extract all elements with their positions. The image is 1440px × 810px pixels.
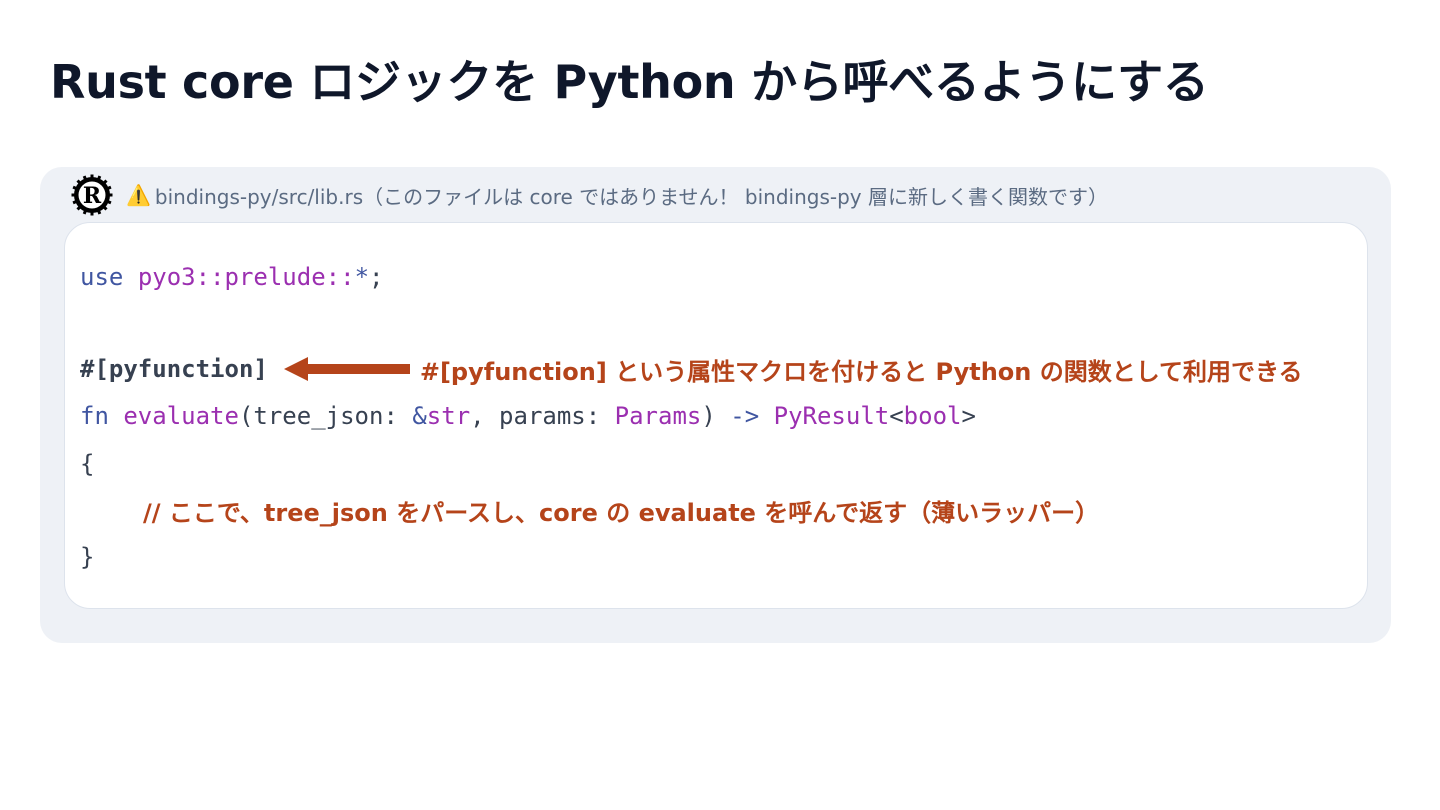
type-str: str <box>426 402 471 430</box>
type-bool: bool <box>903 402 962 430</box>
pyfunction-attribute: #[pyfunction] <box>80 355 268 383</box>
code-block: use pyo3::prelude:: *; #[pyfunction] #[py… <box>64 222 1368 609</box>
param-tree-json: (tree_json: <box>238 402 413 430</box>
code-comment: // ここで、tree_json をパースし、core の evaluate を… <box>143 498 1100 527</box>
file-path-text: bindings-py/src/lib.rs（このファイルは core ではあり… <box>154 184 1108 209</box>
path-pyo3-prelude: pyo3::prelude:: <box>137 263 355 291</box>
code-panel: R ⚠️ bindings-py/src/lib.rs（このファイルは core… <box>40 167 1391 643</box>
param-params: , params: <box>470 402 615 430</box>
keyword-fn: fn <box>80 402 109 430</box>
ampersand: & <box>412 402 427 430</box>
code-line-signature: fn evaluate (tree_json: & str, params: Par… <box>80 400 976 432</box>
slide-title: Rust core ロジックを Python から呼べるようにする <box>50 55 1209 109</box>
left-arrow-icon <box>283 357 410 381</box>
warning-icon: ⚠️ <box>126 183 151 207</box>
type-pyresult: PyResult <box>773 402 890 430</box>
code-line-comment: // ここで、tree_json をパースし、core の evaluate を… <box>143 494 1100 527</box>
code-line-use: use pyo3::prelude:: *; <box>80 261 383 293</box>
close-paren: ) <box>701 402 731 430</box>
code-line-open-brace: { <box>80 448 94 480</box>
keyword-use: use <box>80 263 124 291</box>
generic-close: > <box>961 402 976 430</box>
code-line-close-brace: } <box>80 541 94 573</box>
generic-open: < <box>889 402 904 430</box>
semicolon: ; <box>369 263 384 291</box>
open-brace: { <box>80 450 95 478</box>
type-params: Params <box>614 402 702 430</box>
rust-logo-icon: R <box>70 173 114 217</box>
svg-text:R: R <box>83 183 102 209</box>
glob-star: * <box>354 263 370 291</box>
file-path-label: ⚠️ bindings-py/src/lib.rs（このファイルは core で… <box>126 181 1108 210</box>
code-panel-header: R ⚠️ bindings-py/src/lib.rs（このファイルは core… <box>70 173 1108 217</box>
return-arrow: -> <box>730 402 760 430</box>
function-name-evaluate: evaluate <box>123 402 239 430</box>
code-line-attribute: #[pyfunction] #[pyfunction] という属性マクロを付ける… <box>80 353 1303 386</box>
close-brace: } <box>80 543 95 571</box>
pyfunction-annotation: #[pyfunction] という属性マクロを付けると Python の関数とし… <box>419 357 1303 386</box>
